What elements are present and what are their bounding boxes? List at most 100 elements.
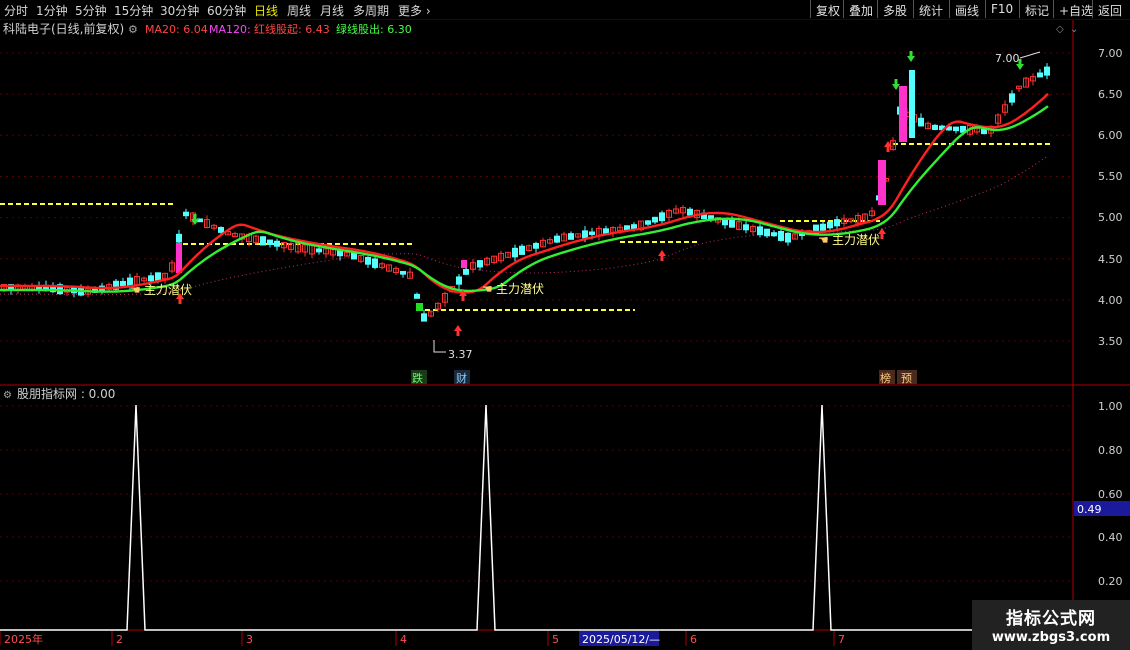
sub-panel-settings-icon[interactable]: ⚙ — [3, 390, 12, 401]
arrow-down-icon — [892, 79, 900, 90]
sub-panel-title: 股朋指标网 : 0.00 — [17, 386, 115, 401]
signal-label: 主力潜伏 — [496, 282, 544, 296]
price-tick: 7.00 — [1098, 47, 1123, 60]
candle-body — [603, 228, 609, 234]
price-tick: 3.50 — [1098, 335, 1123, 348]
hand-pointer-icon: ☚ — [482, 282, 493, 296]
arrow-up-icon — [454, 325, 462, 336]
date-tick: 4 — [400, 633, 407, 646]
diamond-icon[interactable]: ◇ — [1056, 24, 1064, 35]
signal-bar — [176, 243, 182, 273]
candle-body — [645, 220, 651, 225]
candle-body — [624, 225, 630, 231]
sub-tick: 0.20 — [1098, 575, 1123, 588]
candle-body — [274, 240, 280, 247]
green-line-label: 绿线股出: 6.30 — [336, 22, 412, 36]
ma-lines — [0, 92, 1049, 294]
candle-body — [400, 270, 406, 275]
candle-body — [267, 239, 273, 246]
candle-body — [834, 219, 840, 227]
high-price-label: 7.00 — [995, 52, 1020, 65]
arrow-up-icon — [658, 250, 666, 261]
candle-body — [659, 212, 665, 222]
candle-body — [743, 224, 749, 231]
event-marker-fall[interactable]: 跌 — [412, 371, 423, 385]
candle-body — [1037, 72, 1043, 78]
green-ma-line — [0, 105, 1049, 293]
candle-body — [148, 275, 154, 282]
date-tick: 6 — [690, 633, 697, 646]
date-axis-strip — [0, 631, 1130, 650]
event-marker-forecast[interactable]: 预 — [901, 372, 912, 385]
signal-label: 主力潜伏 — [144, 283, 192, 297]
signal-bar — [899, 86, 907, 142]
price-tick: 6.00 — [1098, 129, 1123, 142]
price-tick: 4.50 — [1098, 253, 1123, 266]
candle-body — [764, 228, 770, 237]
candle-body — [337, 250, 343, 257]
watermark-title: 指标公式网 — [1006, 609, 1096, 629]
candle-body — [1044, 66, 1050, 76]
date-tick: 7 — [838, 633, 845, 646]
candle-body — [351, 252, 357, 260]
signal-label: 主力潜伏 — [832, 233, 880, 247]
signal-bar — [461, 260, 467, 268]
candle-body — [771, 232, 777, 237]
indicator-spike-line — [0, 404, 1073, 631]
red-line-label: 红线股起: 6.43 — [254, 22, 330, 36]
candle-body — [512, 247, 518, 258]
ma120-label: MA120: — [209, 23, 251, 36]
candle-body — [757, 226, 763, 236]
low-price-label: 3.37 — [448, 348, 473, 361]
candle-body — [568, 233, 574, 240]
candle-body — [120, 281, 126, 287]
candle-body — [820, 223, 826, 231]
chevron-down-icon[interactable]: ⌄ — [1070, 24, 1078, 35]
event-marker-rank[interactable]: 榜 — [880, 371, 891, 385]
sub-tick: 1.00 — [1098, 400, 1123, 413]
hand-pointer-icon: ☚ — [818, 233, 829, 247]
candle-body — [365, 256, 371, 265]
red-ma-line — [0, 92, 1049, 294]
main-panel-title: 科陆电子(日线,前复权) — [3, 21, 124, 36]
signal-bar — [909, 70, 915, 138]
candle-body — [176, 233, 182, 243]
candle-body — [918, 117, 924, 127]
date-tick: 2025年 — [4, 632, 43, 646]
candle-body — [183, 211, 189, 217]
candle-body — [778, 230, 784, 241]
signal-bar — [878, 160, 886, 205]
hand-pointer-icon: ☚ — [130, 283, 141, 297]
candle-body — [785, 232, 791, 243]
candle-body — [932, 124, 938, 130]
candle-body — [687, 208, 693, 216]
cursor-date: 2025/05/12/— — [582, 633, 660, 646]
price-tick: 5.00 — [1098, 211, 1123, 224]
candle-body — [260, 236, 266, 246]
candle-body — [953, 126, 959, 132]
candle-body — [477, 260, 483, 268]
ma20-label: MA20: 6.04 — [145, 23, 208, 36]
candle-body — [631, 224, 637, 230]
candle-body — [372, 258, 378, 268]
price-tick: 6.50 — [1098, 88, 1123, 101]
candle-body — [316, 248, 322, 253]
sub-tick: 0.40 — [1098, 531, 1123, 544]
low-pointer-icon — [433, 340, 446, 353]
candle-body — [218, 227, 224, 233]
high-pointer-icon — [1019, 51, 1041, 59]
current-value-label: 0.49 — [1077, 503, 1102, 516]
candle-body — [1009, 93, 1015, 103]
sub-tick: 0.60 — [1098, 488, 1123, 501]
price-axis: 7.00 6.50 6.00 5.50 5.00 4.50 4.00 3.50 — [1098, 47, 1123, 348]
candle-body — [729, 219, 735, 228]
candle-body — [421, 313, 427, 322]
sub-grid — [0, 405, 1073, 582]
candle-body — [582, 230, 588, 239]
settings-gear-icon[interactable]: ⚙ — [128, 23, 138, 36]
watermark-url: www.zbgs3.com — [991, 630, 1111, 645]
date-tick: 5 — [552, 633, 559, 646]
chart-canvas[interactable]: 科陆电子(日线,前复权) ⚙ MA20: 6.04 MA120: 红线股起: 6… — [0, 0, 1130, 650]
event-marker-finance[interactable]: 财 — [456, 371, 467, 385]
candle-body — [456, 276, 462, 285]
